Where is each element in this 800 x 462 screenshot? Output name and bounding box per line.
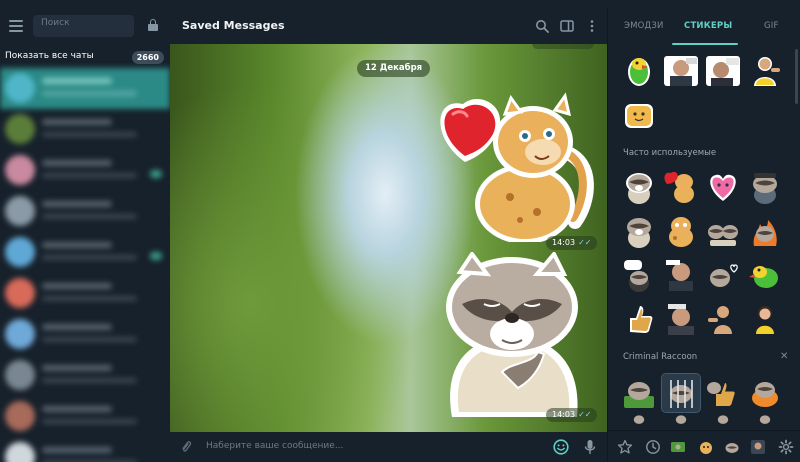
message-composer: Наберите ваше сообщение...	[170, 432, 607, 462]
show-all-chats-button[interactable]: Показать все чаты 2660	[0, 46, 170, 68]
chat-list-item[interactable]	[0, 68, 170, 109]
sticker-meme-2[interactable]	[704, 52, 742, 90]
sticker-parrot[interactable]	[620, 52, 658, 90]
message-time: 14:03 ✓✓	[546, 236, 598, 250]
raccoon-pointing-sticker[interactable]	[432, 252, 597, 422]
sticker-meme-3[interactable]	[662, 256, 700, 294]
chat-list-item[interactable]	[0, 191, 170, 232]
previous-message-time	[532, 44, 594, 49]
unread-count-badge: 2660	[131, 51, 164, 64]
message-time: 14:03 ✓✓	[546, 408, 598, 422]
chat-list-item[interactable]	[0, 150, 170, 191]
sticker-fighter[interactable]	[746, 52, 784, 90]
sticker-cheetah[interactable]	[662, 168, 700, 206]
message-input[interactable]: Наберите ваше сообщение...	[206, 441, 343, 451]
sticker-fighter-2[interactable]	[704, 300, 742, 338]
sidebar-toggle-icon[interactable]	[560, 19, 574, 33]
section-pack-title: Criminal Raccoon	[623, 352, 698, 362]
sticker-parrot-2[interactable]	[746, 256, 784, 294]
pack-tab-meme-icon[interactable]	[750, 439, 766, 455]
recent-icon[interactable]	[645, 439, 661, 455]
sticker-panel: ЭМОДЗИ СТИКЕРЫ GIF Часто используемые Cr…	[607, 8, 800, 462]
tab-gif[interactable]: GIF	[764, 21, 779, 31]
sticker-raccoon-heart[interactable]	[704, 256, 742, 294]
star-icon[interactable]	[617, 439, 633, 455]
emoji-icon[interactable]	[553, 439, 569, 455]
sticker-thumbs-up[interactable]	[620, 300, 658, 338]
chat-list-item[interactable]	[0, 273, 170, 314]
sticker-meme-4[interactable]	[662, 300, 700, 338]
tab-stickers[interactable]: СТИКЕРЫ	[684, 21, 732, 31]
sticker-meme-1[interactable]	[662, 52, 700, 90]
attach-icon[interactable]	[180, 440, 192, 454]
pack-tab-raccoon-icon[interactable]	[724, 439, 740, 455]
chat-list-item[interactable]	[0, 232, 170, 273]
panel-tabs: ЭМОДЗИ СТИКЕРЫ GIF	[608, 8, 800, 46]
scrollbar[interactable]	[795, 49, 798, 104]
sidebar-header: Поиск	[0, 8, 170, 44]
sticker-raccoon-orange[interactable]	[746, 374, 784, 412]
sticker-raccoon-money[interactable]	[620, 374, 658, 412]
pack-tab-money-icon[interactable]	[670, 439, 686, 455]
sticker-raccoon-thumb[interactable]	[704, 374, 742, 412]
sticker-raccoon-row[interactable]	[704, 412, 742, 430]
sticker-raccoon-sad[interactable]	[620, 212, 658, 250]
chat-header: Saved Messages	[170, 8, 607, 44]
sticker-raccoon-row[interactable]	[620, 412, 658, 430]
sticker-raccoon-row[interactable]	[746, 412, 784, 430]
show-all-chats-label: Показать все чаты	[5, 51, 94, 61]
remove-pack-button[interactable]: ✕	[780, 351, 788, 362]
lock-icon[interactable]	[148, 19, 158, 31]
sticker-raccoon-fire[interactable]	[746, 212, 784, 250]
read-ticks-icon: ✓✓	[578, 410, 592, 419]
chat-list-item[interactable]	[0, 109, 170, 150]
search-icon[interactable]	[535, 19, 549, 33]
search-input[interactable]: Поиск	[33, 15, 134, 37]
sticker-toast[interactable]	[620, 96, 658, 134]
settings-gear-icon[interactable]	[778, 439, 794, 455]
sticker-raccoon-row[interactable]	[662, 412, 700, 430]
sticker-pack-tabs	[608, 430, 800, 462]
microphone-icon[interactable]	[584, 439, 596, 455]
read-ticks-icon: ✓✓	[578, 238, 592, 247]
sticker-pink-heart[interactable]	[704, 168, 742, 206]
sticker-raccoon-cap[interactable]	[746, 168, 784, 206]
chat-messages-area: 12 Декабря 14:03 ✓✓ 14:03 ✓✓	[170, 44, 607, 432]
section-frequent-title: Часто используемые	[623, 148, 717, 158]
chat-list-item[interactable]	[0, 355, 170, 396]
chat-list-item[interactable]	[0, 437, 170, 462]
chat-list-item[interactable]	[0, 314, 170, 355]
sticker-raccoon[interactable]	[620, 168, 658, 206]
chat-view: Saved Messages 12 Декабря 14:03 ✓✓ 14:03…	[170, 0, 607, 462]
active-tab-indicator	[672, 43, 738, 45]
tab-emoji[interactable]: ЭМОДЗИ	[624, 21, 664, 31]
chat-list	[0, 68, 170, 462]
sticker-raccoon-group[interactable]	[704, 212, 742, 250]
sticker-girl[interactable]	[746, 300, 784, 338]
chat-title[interactable]: Saved Messages	[182, 19, 285, 32]
chat-list-sidebar: Поиск Показать все чаты 2660	[0, 0, 170, 462]
more-options-icon[interactable]	[585, 19, 599, 33]
date-separator: 12 Декабря	[357, 60, 431, 77]
sticker-raccoon-speech[interactable]	[620, 256, 658, 294]
menu-icon[interactable]	[9, 20, 23, 32]
sticker-raccoon-jail[interactable]	[661, 373, 701, 413]
cheetah-heart-sticker[interactable]	[425, 92, 600, 242]
sticker-cheetah-2[interactable]	[662, 212, 700, 250]
chat-list-item[interactable]	[0, 396, 170, 437]
pack-tab-cheetah-icon[interactable]	[698, 439, 714, 455]
